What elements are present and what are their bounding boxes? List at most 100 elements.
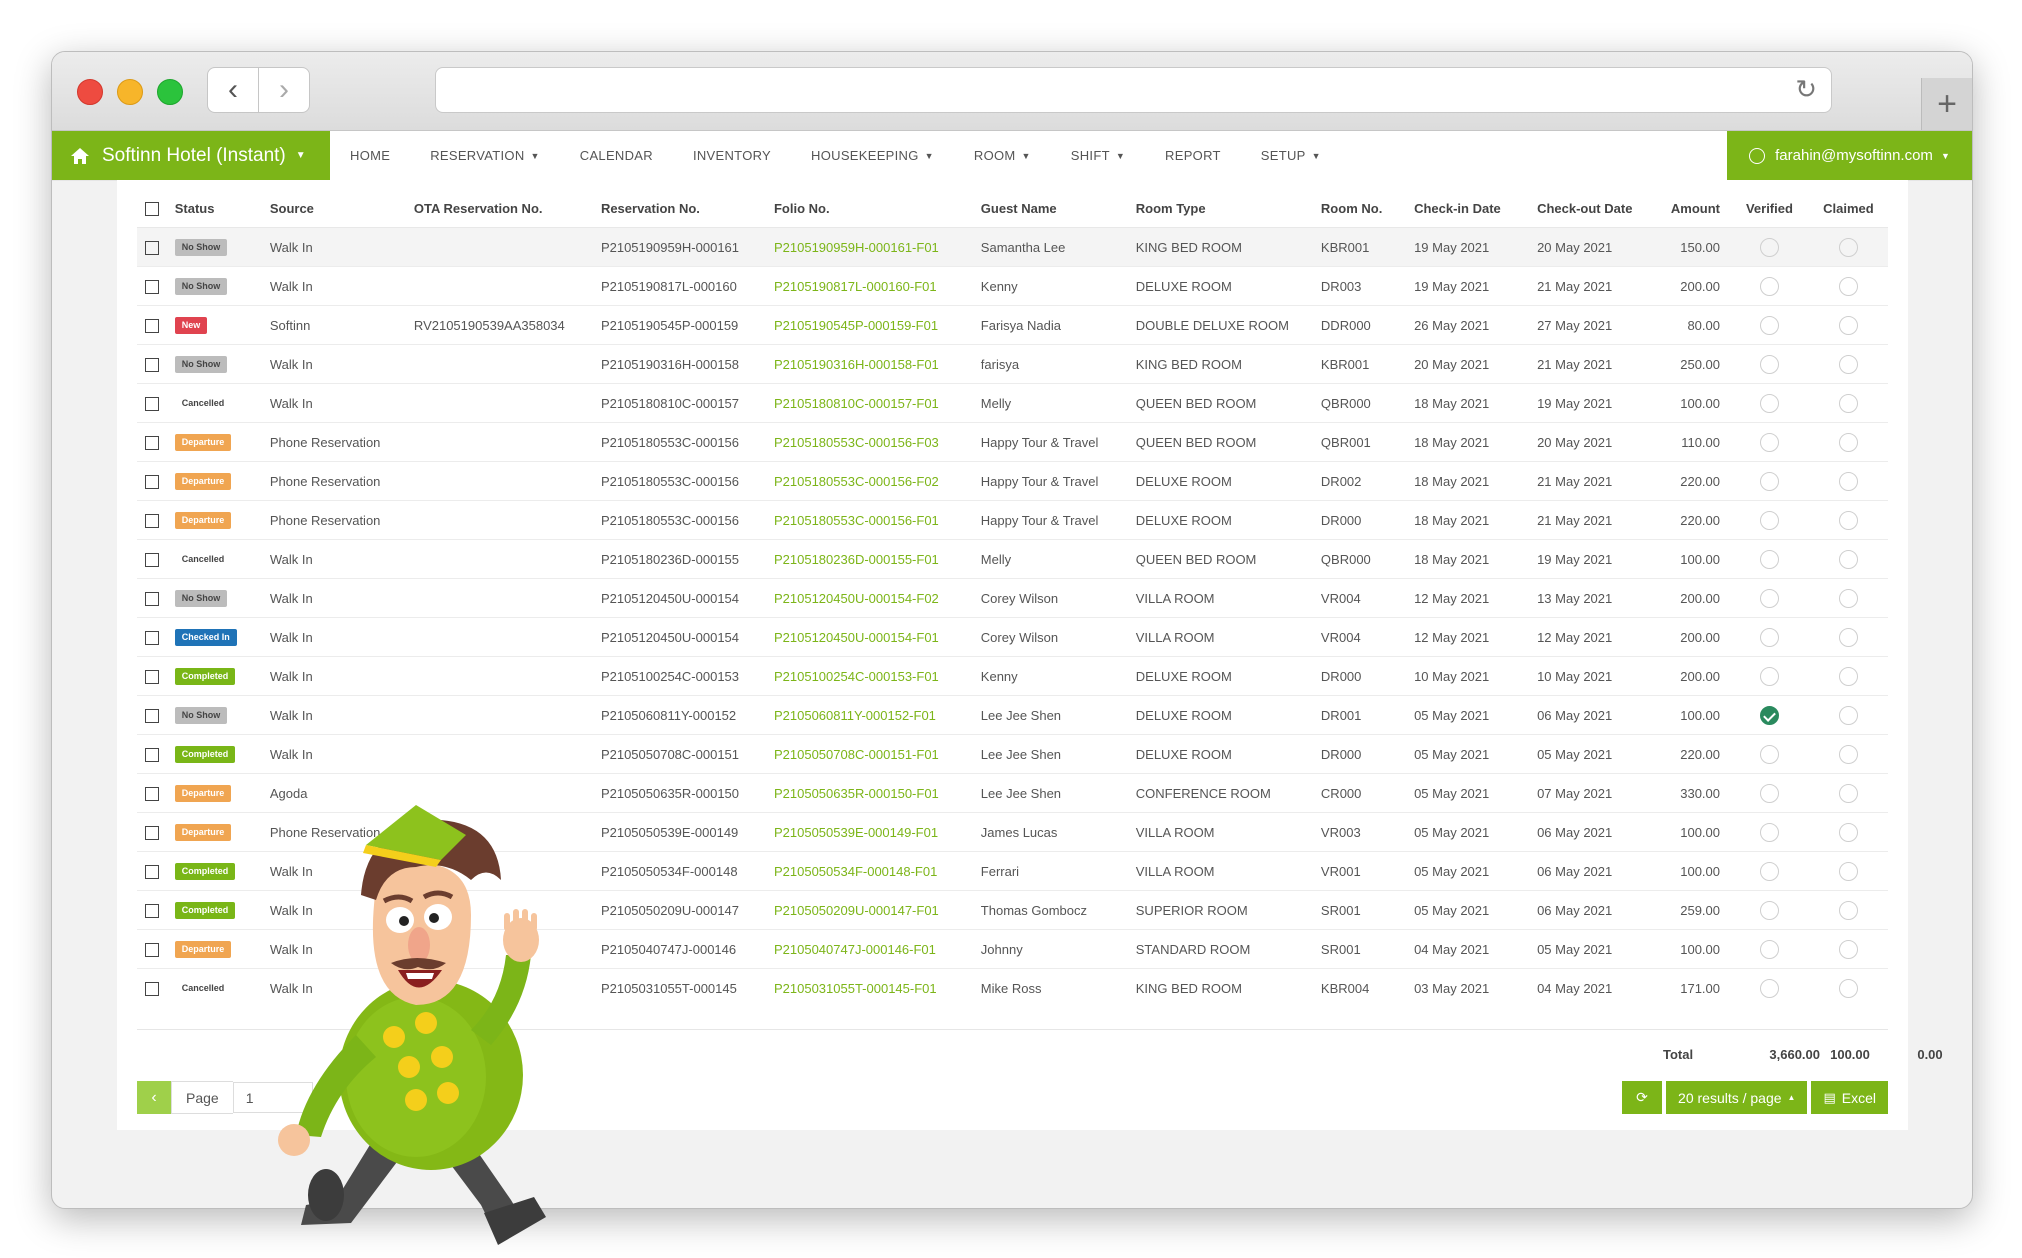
verified-toggle[interactable]	[1759, 861, 1779, 881]
menu-shift[interactable]: SHIFT ▼	[1051, 131, 1145, 180]
menu-room[interactable]: ROOM ▼	[954, 131, 1051, 180]
folio-link[interactable]: P2105050539E-000149-F01	[774, 825, 938, 840]
menu-setup[interactable]: SETUP ▼	[1241, 131, 1341, 180]
claimed-toggle[interactable]	[1838, 315, 1858, 335]
table-row[interactable]: Completed Walk In P2105100254C-000153 P2105…	[137, 656, 1888, 696]
menu-report[interactable]: REPORT	[1145, 131, 1241, 180]
row-checkbox[interactable]	[145, 591, 159, 606]
verified-toggle[interactable]	[1759, 354, 1779, 374]
verified-toggle[interactable]	[1759, 666, 1779, 686]
table-row[interactable]: Departure Phone Reservation P2105180553C-0…	[137, 500, 1888, 540]
folio-link[interactable]: P2105180236D-000155-F01	[774, 552, 939, 567]
row-checkbox[interactable]	[145, 279, 159, 294]
row-checkbox[interactable]	[145, 747, 159, 762]
row-checkbox[interactable]	[145, 552, 159, 567]
claimed-toggle[interactable]	[1838, 354, 1858, 374]
refresh-button[interactable]: ⟳	[1622, 1081, 1663, 1114]
col-reservation[interactable]: Reservation No.	[592, 190, 766, 228]
menu-reservation[interactable]: RESERVATION ▼	[410, 131, 560, 180]
table-row[interactable]: New Softinn RV2105190539AA358034 P210519054…	[137, 305, 1888, 345]
row-checkbox[interactable]	[145, 630, 159, 645]
forward-button[interactable]: ›	[258, 67, 310, 113]
menu-home[interactable]: HOME	[330, 131, 410, 180]
claimed-toggle[interactable]	[1838, 627, 1858, 647]
verified-toggle[interactable]	[1759, 432, 1779, 452]
table-row[interactable]: Departure Phone Reservation P2105180553C-0…	[137, 422, 1888, 462]
row-checkbox[interactable]	[145, 786, 159, 801]
folio-link[interactable]: P2105060811Y-000152-F01	[774, 708, 936, 723]
claimed-toggle[interactable]	[1838, 510, 1858, 530]
row-checkbox[interactable]	[145, 357, 159, 372]
verified-toggle[interactable]	[1759, 510, 1779, 530]
claimed-toggle[interactable]	[1838, 471, 1858, 491]
folio-link[interactable]: P2105040747J-000146-F01	[774, 942, 936, 957]
back-button[interactable]: ‹	[207, 67, 259, 113]
claimed-toggle[interactable]	[1838, 744, 1858, 764]
address-bar[interactable]: ↻	[435, 67, 1832, 113]
folio-link[interactable]: P2105050209U-000147-F01	[774, 903, 939, 918]
table-row[interactable]: No Show Walk In P2105120450U-000154 P210512…	[137, 578, 1888, 618]
claimed-toggle[interactable]	[1838, 783, 1858, 803]
table-row[interactable]: No Show Walk In P2105190316H-000158 P210519…	[137, 344, 1888, 384]
claimed-toggle[interactable]	[1838, 666, 1858, 686]
claimed-toggle[interactable]	[1838, 393, 1858, 413]
table-row[interactable]: Cancelled Walk In P2105180236D-000155 P2105…	[137, 539, 1888, 579]
col-status[interactable]: Status	[166, 190, 262, 228]
folio-link[interactable]: P2105180553C-000156-F03	[774, 435, 939, 450]
col-guest[interactable]: Guest Name	[972, 190, 1128, 228]
folio-link[interactable]: P2105120450U-000154-F01	[774, 630, 939, 645]
claimed-toggle[interactable]	[1838, 588, 1858, 608]
verified-check-icon[interactable]	[1759, 705, 1779, 725]
col-source[interactable]: Source	[261, 190, 406, 228]
col-ota[interactable]: OTA Reservation No.	[405, 190, 593, 228]
user-menu[interactable]: farahin@mysoftinn.com ▼	[1727, 131, 1972, 180]
claimed-toggle[interactable]	[1838, 861, 1858, 881]
verified-toggle[interactable]	[1759, 900, 1779, 920]
folio-link[interactable]: P2105120450U-000154-F02	[774, 591, 939, 606]
claimed-toggle[interactable]	[1838, 900, 1858, 920]
verified-toggle[interactable]	[1759, 978, 1779, 998]
row-checkbox[interactable]	[145, 318, 159, 333]
folio-link[interactable]: P2105050635R-000150-F01	[774, 786, 939, 801]
row-checkbox[interactable]	[145, 942, 159, 957]
verified-toggle[interactable]	[1759, 588, 1779, 608]
row-checkbox[interactable]	[145, 513, 159, 528]
row-checkbox[interactable]	[145, 825, 159, 840]
claimed-toggle[interactable]	[1838, 549, 1858, 569]
row-checkbox[interactable]	[145, 396, 159, 411]
verified-toggle[interactable]	[1759, 822, 1779, 842]
menu-inventory[interactable]: INVENTORY	[673, 131, 791, 180]
col-room-no[interactable]: Room No.	[1312, 190, 1407, 228]
verified-toggle[interactable]	[1759, 276, 1779, 296]
row-checkbox[interactable]	[145, 981, 159, 996]
folio-link[interactable]: P2105180553C-000156-F02	[774, 474, 939, 489]
verified-toggle[interactable]	[1759, 939, 1779, 959]
verified-toggle[interactable]	[1759, 315, 1779, 335]
folio-link[interactable]: P2105190817L-000160-F01	[774, 279, 937, 294]
col-amount[interactable]: Amount	[1652, 190, 1730, 228]
verified-toggle[interactable]	[1759, 549, 1779, 569]
new-tab-button[interactable]: +	[1921, 78, 1972, 130]
folio-link[interactable]: P2105050534F-000148-F01	[774, 864, 937, 879]
col-checkout[interactable]: Check-out Date	[1529, 190, 1653, 228]
row-checkbox[interactable]	[145, 708, 159, 723]
table-row[interactable]: No Show Walk In P2105190959H-000161 P210519…	[137, 227, 1888, 267]
claimed-toggle[interactable]	[1838, 939, 1858, 959]
verified-toggle[interactable]	[1759, 471, 1779, 491]
claimed-toggle[interactable]	[1838, 276, 1858, 296]
claimed-toggle[interactable]	[1838, 237, 1858, 257]
table-row[interactable]: Cancelled Walk In P2105180810C-000157 P2105…	[137, 383, 1888, 423]
close-window-button[interactable]	[77, 79, 103, 105]
excel-export-button[interactable]: ▤ Excel	[1811, 1081, 1888, 1114]
verified-toggle[interactable]	[1759, 783, 1779, 803]
hotel-selector[interactable]: Softinn Hotel (Instant) ▼	[52, 131, 330, 180]
menu-housekeeping[interactable]: HOUSEKEEPING ▼	[791, 131, 954, 180]
minimize-window-button[interactable]	[117, 79, 143, 105]
table-row[interactable]: Completed Walk In P2105050708C-000151 P2105…	[137, 734, 1888, 774]
verified-toggle[interactable]	[1759, 744, 1779, 764]
claimed-toggle[interactable]	[1838, 822, 1858, 842]
row-checkbox[interactable]	[145, 864, 159, 879]
table-row[interactable]: Checked In Walk In P2105120450U-000154 P210…	[137, 617, 1888, 657]
col-verified[interactable]: Verified	[1730, 190, 1809, 228]
page-size-button[interactable]: 20 results / page ▲	[1666, 1081, 1808, 1114]
